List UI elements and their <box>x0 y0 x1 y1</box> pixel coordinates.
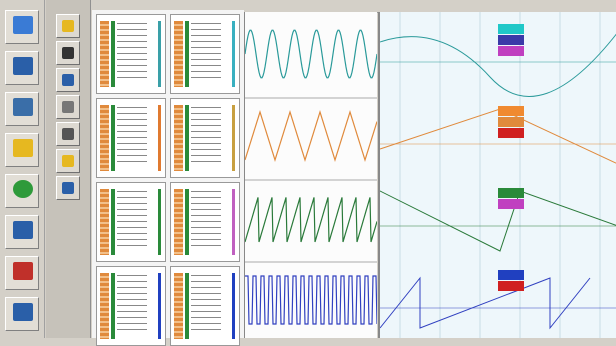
folder-icon <box>62 155 74 167</box>
channel-panel[interactable] <box>96 182 166 262</box>
channel-panel[interactable] <box>96 14 166 94</box>
waveform-line <box>245 275 378 325</box>
grid-icon <box>62 74 74 86</box>
channel-panel[interactable] <box>170 14 240 94</box>
channel-panel[interactable] <box>170 266 240 346</box>
trend-value-tag[interactable] <box>498 270 524 280</box>
panel-bar <box>100 105 109 171</box>
chart-icon <box>13 16 33 34</box>
panel-rows <box>117 107 147 167</box>
pencil-icon <box>62 20 74 32</box>
waveform-line <box>244 29 378 79</box>
channel-panel[interactable] <box>96 266 166 346</box>
panel-bar <box>174 189 183 255</box>
panel-bar2 <box>185 21 189 87</box>
grid-button[interactable] <box>56 68 80 92</box>
panel-bar2 <box>185 273 189 339</box>
trend-value-tag[interactable] <box>498 117 524 127</box>
waveform-line <box>244 197 378 243</box>
panel-rows <box>117 191 147 251</box>
panel-bar <box>100 273 109 339</box>
waveform-line <box>244 109 378 163</box>
help-button[interactable] <box>5 174 39 208</box>
panel-bar2 <box>111 21 115 87</box>
panel-accent <box>232 189 235 255</box>
panel-bar2 <box>185 189 189 255</box>
panel-rows <box>117 275 147 335</box>
trend-view[interactable] <box>378 12 616 338</box>
panel-rows <box>191 23 221 83</box>
panel-rows <box>117 23 147 83</box>
panel-accent <box>158 105 161 171</box>
tool-button[interactable] <box>5 256 39 290</box>
panel-bar2 <box>111 273 115 339</box>
trend-line <box>379 276 591 330</box>
monitor-icon <box>13 98 33 116</box>
panel-accent <box>232 21 235 87</box>
panel-bar <box>174 21 183 87</box>
tool-icon <box>13 262 33 280</box>
panel-bar <box>174 105 183 171</box>
save-button[interactable] <box>5 297 39 331</box>
trend-value-tag[interactable] <box>498 128 524 138</box>
channel-panel[interactable] <box>96 98 166 178</box>
panel-accent <box>158 21 161 87</box>
window-icon <box>62 47 74 59</box>
waveform-svg <box>244 29 378 345</box>
trend-value-tag[interactable] <box>498 35 524 45</box>
waveform-view[interactable] <box>244 12 378 345</box>
channel-panel[interactable] <box>170 98 240 178</box>
panel-rows <box>191 191 221 251</box>
panel-rows <box>191 275 221 335</box>
network-icon <box>13 57 33 75</box>
panel-bar <box>100 21 109 87</box>
panel-accent <box>158 273 161 339</box>
panel-bar2 <box>111 105 115 171</box>
print-button[interactable] <box>5 215 39 249</box>
panel-accent <box>232 105 235 171</box>
panel-accent <box>158 189 161 255</box>
panel-rows <box>191 107 221 167</box>
window-button[interactable] <box>56 41 80 65</box>
trend-value-tag[interactable] <box>498 106 524 116</box>
settings-icon <box>62 101 74 113</box>
display-button[interactable] <box>56 122 80 146</box>
print-icon <box>13 221 33 239</box>
secondary-toolbar <box>46 0 91 338</box>
channel-panels <box>92 10 244 346</box>
refresh-icon <box>62 182 74 194</box>
channel-panel[interactable] <box>170 182 240 262</box>
trend-value-tag[interactable] <box>498 188 524 198</box>
main-toolbar <box>0 0 45 338</box>
monitor-button[interactable] <box>5 92 39 126</box>
network-button[interactable] <box>5 51 39 85</box>
trend-value-tag[interactable] <box>498 281 524 291</box>
pencil-button[interactable] <box>56 14 80 38</box>
panel-bar2 <box>185 105 189 171</box>
panel-bar <box>174 273 183 339</box>
folder-star-button[interactable] <box>5 133 39 167</box>
panel-accent <box>232 273 235 339</box>
folder-button[interactable] <box>56 149 80 173</box>
panel-bar2 <box>111 189 115 255</box>
save-icon <box>13 303 33 321</box>
chart-button[interactable] <box>5 10 39 44</box>
help-icon <box>13 180 33 198</box>
trend-value-tag[interactable] <box>498 24 524 34</box>
trend-value-tag[interactable] <box>498 46 524 56</box>
refresh-button[interactable] <box>56 176 80 200</box>
settings-button[interactable] <box>56 95 80 119</box>
display-icon <box>62 128 74 140</box>
folder-star-icon <box>13 139 33 157</box>
trend-value-tag[interactable] <box>498 199 524 209</box>
panel-bar <box>100 189 109 255</box>
